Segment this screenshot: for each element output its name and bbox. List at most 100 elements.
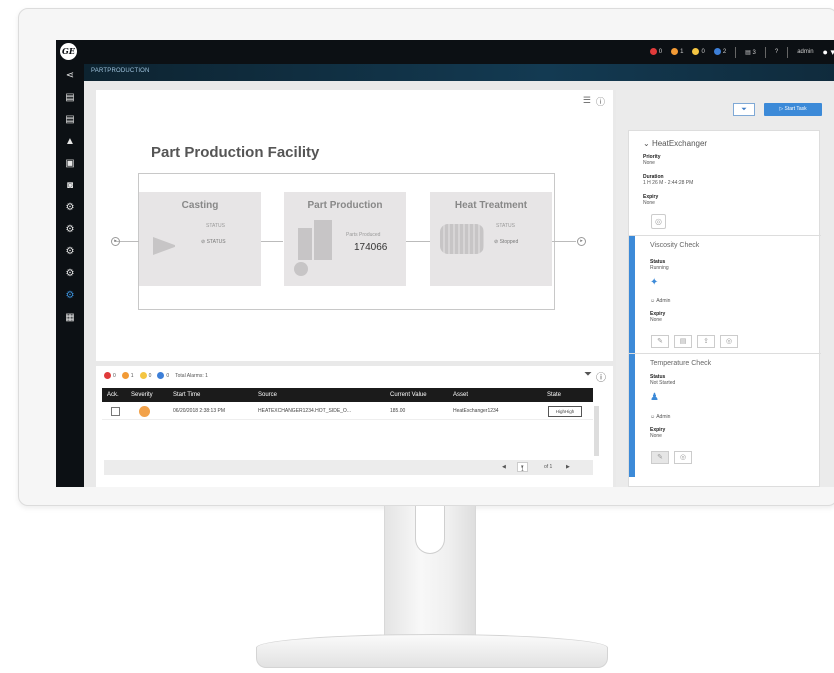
filter-icon[interactable]: ⏷ <box>584 369 592 384</box>
task-asset-header[interactable]: ⌄ HeatExchanger <box>643 139 707 148</box>
alarm-count-low[interactable]: 0 <box>157 372 169 379</box>
gear-user-icon[interactable]: ⚙ <box>56 196 84 218</box>
step-assignee: ☺ Admin <box>650 414 671 420</box>
step-assignee: ☺ Admin <box>650 298 671 304</box>
casting-node[interactable]: Casting STATUS ⊘ STATUS <box>139 192 261 286</box>
heat-treatment-status: ⊘ Stopped <box>494 239 519 245</box>
heat-treatment-node[interactable]: Heat Treatment STATUS ⊘ Stopped <box>430 192 552 286</box>
running-icon: ✦ <box>650 277 659 288</box>
ge-logo: GE <box>60 43 77 60</box>
clipboard-icon[interactable]: ▤ <box>674 335 692 348</box>
step-status: Status Running <box>650 259 669 271</box>
user-menu-icon[interactable]: ● ▾ <box>823 47 834 58</box>
image-icon[interactable]: ▣ <box>56 152 84 174</box>
upload-icon[interactable]: ⇪ <box>697 335 715 348</box>
col-ack[interactable]: Ack. <box>107 392 119 398</box>
start-task-button[interactable]: ▷ Start Task <box>764 103 822 116</box>
alarm-count-critical[interactable]: 0 <box>104 372 116 379</box>
step-title: Temperature Check <box>650 360 712 367</box>
ack-checkbox[interactable] <box>111 407 120 416</box>
user-name[interactable]: admin <box>797 49 813 55</box>
cell-value: 185.00 <box>390 408 406 414</box>
help-icon[interactable]: ? <box>775 49 778 55</box>
flow-line <box>261 241 283 242</box>
cable-slot <box>415 506 445 554</box>
part-production-title: Part Production <box>307 200 383 211</box>
step-status: Status Not Started <box>650 374 676 386</box>
input-arrow-icon[interactable]: ▸ <box>111 237 120 246</box>
col-start-time[interactable]: Start Time <box>173 392 200 398</box>
gear-user-icon[interactable]: ⚙ <box>56 218 84 240</box>
col-current-value[interactable]: Current Value <box>390 392 427 398</box>
target-icon[interactable]: ◎ <box>720 335 738 348</box>
page-count: of 1 <box>544 464 553 470</box>
monitor-frame: GE 0 1 0 2 ▤ 3 ? admin ● ▾ PARTPRODUCTIO… <box>18 8 834 506</box>
clipboard-icon[interactable]: ▦ <box>56 306 84 328</box>
output-arrow-icon[interactable]: ▸ <box>577 237 586 246</box>
table-row[interactable]: 06/20/2018 2:38:13 PM HEATEXCHANGER1234.… <box>102 404 593 420</box>
asset-icon[interactable]: ▤ <box>56 86 84 108</box>
alarm-panel: 0 1 0 0 Total Alarms: 1 ⏷ ⓘ Ack. Severit… <box>96 366 613 487</box>
chevron-down-icon: ⌄ <box>643 139 652 148</box>
col-asset[interactable]: Asset <box>453 392 468 398</box>
state-badge: HighHigh <box>548 406 582 417</box>
edit-icon[interactable]: ✎ <box>651 335 669 348</box>
part-production-node[interactable]: Part Production Parts Produced 174066 <box>284 192 406 286</box>
alarm-count-high[interactable]: 1 <box>121 372 134 379</box>
page-title: Part Production Facility <box>151 144 320 161</box>
monitor-stand-neck <box>384 506 476 638</box>
step-expiry: Expiry None <box>650 427 666 439</box>
page-select[interactable]: 1 ▾ <box>517 462 528 473</box>
monitor-stand-base <box>256 634 608 668</box>
breadcrumb[interactable]: PARTPRODUCTION <box>91 68 150 74</box>
alert-low[interactable]: 2 <box>713 48 726 56</box>
gear-user-icon[interactable]: ⚙ <box>56 240 84 262</box>
breadcrumb-bar: PARTPRODUCTION <box>84 64 834 81</box>
target-icon[interactable]: ◎ <box>651 214 666 229</box>
step-expiry: Expiry None <box>650 311 666 323</box>
target-icon[interactable]: ◎ <box>674 451 692 464</box>
heat-exchanger-icon <box>440 224 484 254</box>
gear-user-icon[interactable]: ⚙ <box>56 262 84 284</box>
step-temperature-check[interactable]: Temperature Check Status Not Started ♟ ☺ … <box>629 353 821 477</box>
cell-source: HEATEXCHANGER1234.HOT_SIDE_O... <box>258 408 351 414</box>
top-bar: GE 0 1 0 2 ▤ 3 ? admin ● ▾ <box>56 40 834 64</box>
help-icon[interactable]: ⓘ <box>596 369 606 384</box>
col-state[interactable]: State <box>547 392 561 398</box>
alert-medium[interactable]: 0 <box>692 48 705 56</box>
alert-high[interactable]: 1 <box>671 48 683 56</box>
parts-produced-value: 174066 <box>354 242 388 253</box>
heat-treatment-title: Heat Treatment <box>454 200 528 211</box>
alert-icon[interactable]: ▲ <box>56 130 84 152</box>
flow-line <box>406 241 430 242</box>
alert-critical[interactable]: 0 <box>649 48 662 56</box>
alarm-summary: 0 1 0 0 Total Alarms: 1 <box>104 372 208 379</box>
panel-tools: ☰ ⓘ <box>583 95 605 108</box>
casting-status: ⊘ STATUS <box>201 239 226 245</box>
step-title: Viscosity Check <box>650 242 700 249</box>
sidebar: ⋖ ▤ ▤ ▲ ▣ ◙ ⚙ ⚙ ⚙ ⚙ ⚙ ▦ <box>56 64 84 487</box>
asset-list-icon[interactable]: ▤ <box>56 108 84 130</box>
list-settings-icon[interactable]: ☰ <box>583 95 591 108</box>
help-icon[interactable]: ⓘ <box>596 95 605 108</box>
next-page-icon[interactable]: ▶ <box>566 464 570 470</box>
task-card: ⌄ HeatExchanger Priority None Duration 1 H… <box>628 130 821 487</box>
step-viscosity-check[interactable]: Viscosity Check Status Running ✦ ☺ Admin … <box>629 235 821 353</box>
edit-icon[interactable]: ✎ <box>651 451 669 464</box>
camera-icon[interactable]: ◙ <box>56 174 84 196</box>
scrollbar[interactable] <box>594 406 599 456</box>
alarm-tools: ⏷ ⓘ <box>584 369 606 384</box>
filter-button[interactable]: ⏷ <box>733 103 755 116</box>
share-icon[interactable]: ⋖ <box>56 64 84 86</box>
alert-summary: 0 1 0 2 ▤ 3 ? admin ● ▾ <box>649 40 834 64</box>
prev-page-icon[interactable]: ◀ <box>502 464 506 470</box>
alarm-count-medium[interactable]: 0 <box>139 372 151 379</box>
divider <box>764 46 766 58</box>
gear-active-icon[interactable]: ⚙ <box>56 284 84 306</box>
messages-button[interactable]: ▤ 3 <box>745 49 756 56</box>
col-source[interactable]: Source <box>258 392 277 398</box>
duration: Duration 1 H 26 M - 2:44:28 PM <box>643 174 694 186</box>
gear-icon <box>294 262 308 276</box>
app-screen: GE 0 1 0 2 ▤ 3 ? admin ● ▾ PARTPRODUCTIO… <box>56 40 834 487</box>
col-severity[interactable]: Severity <box>131 392 153 398</box>
